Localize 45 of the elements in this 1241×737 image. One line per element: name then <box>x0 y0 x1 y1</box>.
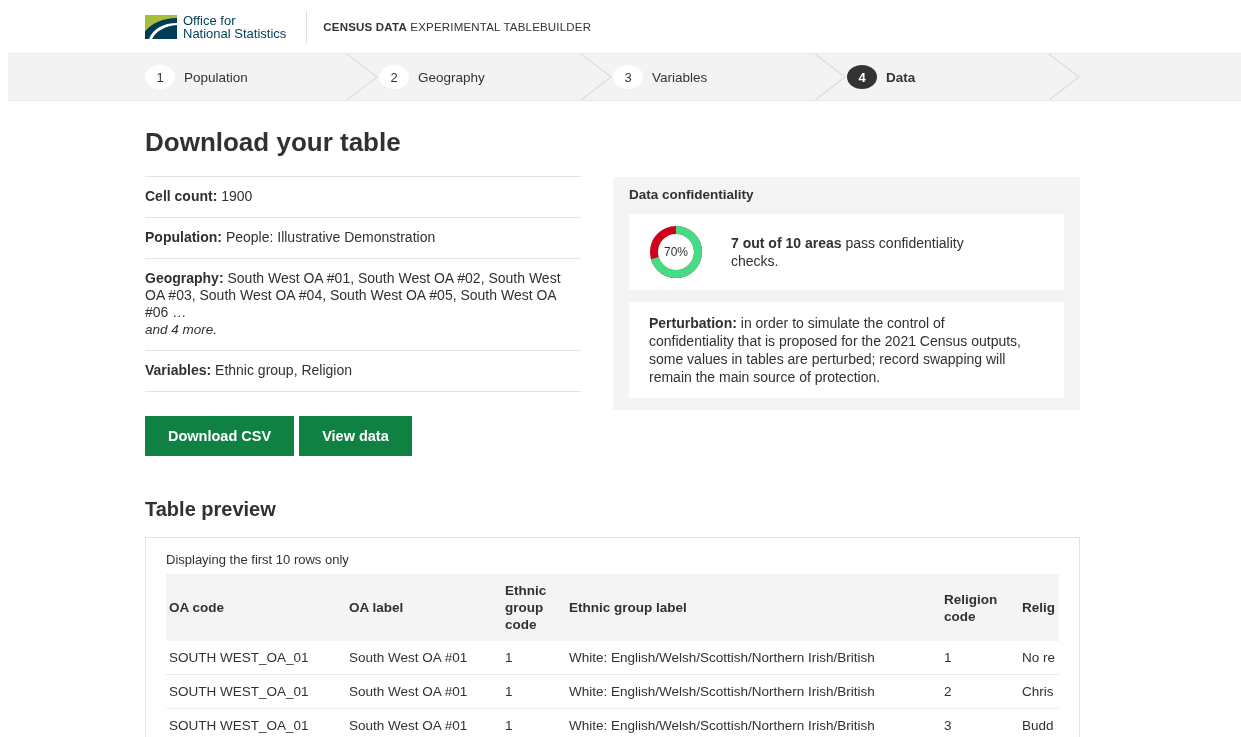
summary-text: Geography: South West OA #01, South West OA #02, South West OA #03, South West OA #04, South West OA #05, South West OA #06 … <box>145 270 562 321</box>
result-text: 7 out of 10 areas pass confidentiality checks. <box>731 234 965 270</box>
table-cell: 3 <box>941 708 1019 737</box>
step-tab[interactable]: 2 Geography <box>379 54 613 100</box>
column-header: Relig <box>1019 574 1059 641</box>
more-note: and 4 more. <box>145 321 219 338</box>
table-cell: 1 <box>502 708 566 737</box>
action-button[interactable]: View data <box>299 416 412 456</box>
app-title: CENSUS DATA EXPERIMENTAL TABLEBUILDER <box>323 20 592 33</box>
logo-icon[interactable] <box>145 14 177 39</box>
table-cell: South West OA #01 <box>346 674 502 709</box>
column-header: OA code <box>166 574 346 641</box>
step-tab[interactable]: 3 Variables <box>613 54 847 100</box>
table-cell: White: English/Welsh/Scottish/Northern Irish/British <box>566 674 941 709</box>
table-caption: Displaying the first 10 rows only <box>166 552 350 567</box>
table-cell: White: English/Welsh/Scottish/Northern Irish/British <box>566 708 941 737</box>
table-cell: Chris <box>1019 674 1059 709</box>
summary-text: Cell count: 1900 <box>145 188 254 205</box>
table-cell: SOUTH WEST_OA_01 <box>166 674 346 709</box>
action-button[interactable]: Download CSV <box>145 416 295 456</box>
column-header: Religion code <box>941 574 1019 641</box>
table-cell: No re <box>1019 641 1059 675</box>
step-tab[interactable]: 4 Data <box>847 54 1081 100</box>
table-cell: 1 <box>941 641 1019 675</box>
page-heading: Download your table <box>145 127 402 158</box>
table-cell: Budd <box>1019 708 1059 737</box>
section-heading: Table preview <box>145 498 277 521</box>
note-text: Perturbation: in order to simulate the control of confidentiality that is proposed for the 2021 Census outputs, some values in tables are perturbed; record swapping will remain the main source of protection. <box>649 314 1022 386</box>
table-cell: 2 <box>941 674 1019 709</box>
summary-text: Population: People: Illustrative Demonstration <box>145 229 437 246</box>
percent-label: 70% <box>664 245 688 259</box>
table-cell: 1 <box>502 641 566 675</box>
table-cell: 1 <box>502 674 566 709</box>
table-cell: SOUTH WEST_OA_01 <box>166 708 346 737</box>
step-tab[interactable]: 1 Population <box>145 54 379 100</box>
table-cell: South West OA #01 <box>346 708 502 737</box>
table-cell: White: English/Welsh/Scottish/Northern Irish/British <box>566 641 941 675</box>
column-header: OA label <box>346 574 502 641</box>
table-cell: South West OA #01 <box>346 641 502 675</box>
summary-text: Variables: Ethnic group, Religion <box>145 362 354 379</box>
column-header: Ethnic group label <box>566 574 941 641</box>
table-cell: SOUTH WEST_OA_01 <box>166 641 346 675</box>
column-header: Ethnic group code <box>502 574 566 641</box>
panel-title: Data confidentiality <box>629 187 755 202</box>
logo-text[interactable]: Office for National Statistics <box>183 13 287 40</box>
